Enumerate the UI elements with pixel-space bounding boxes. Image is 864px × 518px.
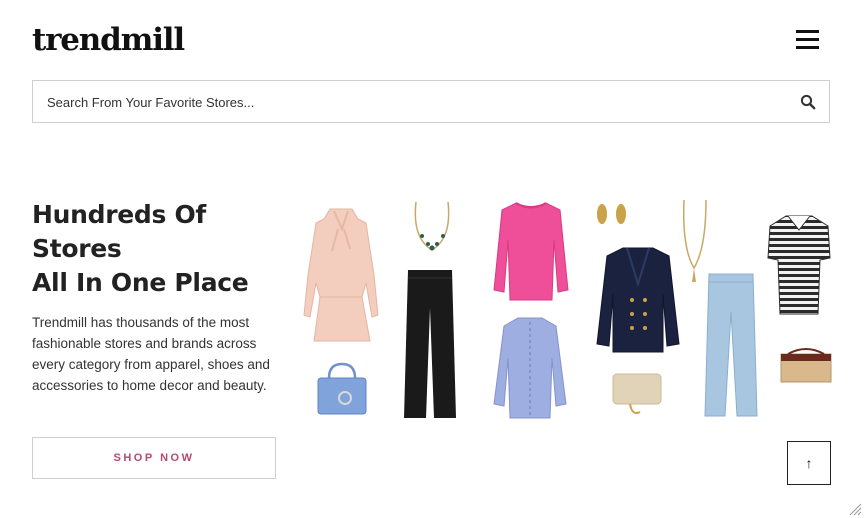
striped-polo-image[interactable] [766,214,832,318]
blue-handbag-image[interactable] [315,360,369,418]
gemstone-necklace-image[interactable] [410,198,454,256]
scroll-to-top-button[interactable]: ↑ [787,441,831,485]
search-icon[interactable] [800,94,816,110]
hero-title-line: Stores [32,234,122,263]
hamburger-icon-bar [796,46,819,49]
gold-earrings-image[interactable] [592,200,632,228]
resize-grip-icon[interactable] [848,502,862,516]
hero-title-line: Hundreds Of [32,200,207,229]
light-jeans-image[interactable] [703,272,759,418]
hamburger-menu-button[interactable] [796,30,820,50]
hamburger-icon [796,30,819,33]
straw-basket-bag-image[interactable] [778,346,834,386]
brand-logo[interactable]: trendmill [32,22,185,58]
pink-dress-image[interactable] [300,205,382,345]
search-box [32,80,830,124]
shop-now-button[interactable]: SHOP NOW [32,437,276,479]
search-input[interactable] [45,81,789,124]
hamburger-icon-bar [796,38,819,41]
black-trousers-image[interactable] [400,268,460,420]
hero-description: Trendmill has thousands of the most fash… [32,315,270,393]
arrow-up-icon: ↑ [805,455,813,471]
pink-sweater-image[interactable] [490,200,572,304]
hero-title: Hundreds Of Stores All In One Place [32,198,292,300]
navy-blazer-image[interactable] [595,244,681,356]
beige-crossbody-bag-image[interactable] [610,370,664,420]
blue-blouse-image[interactable] [490,314,570,420]
hero-title-line: All In One Place [32,268,249,297]
